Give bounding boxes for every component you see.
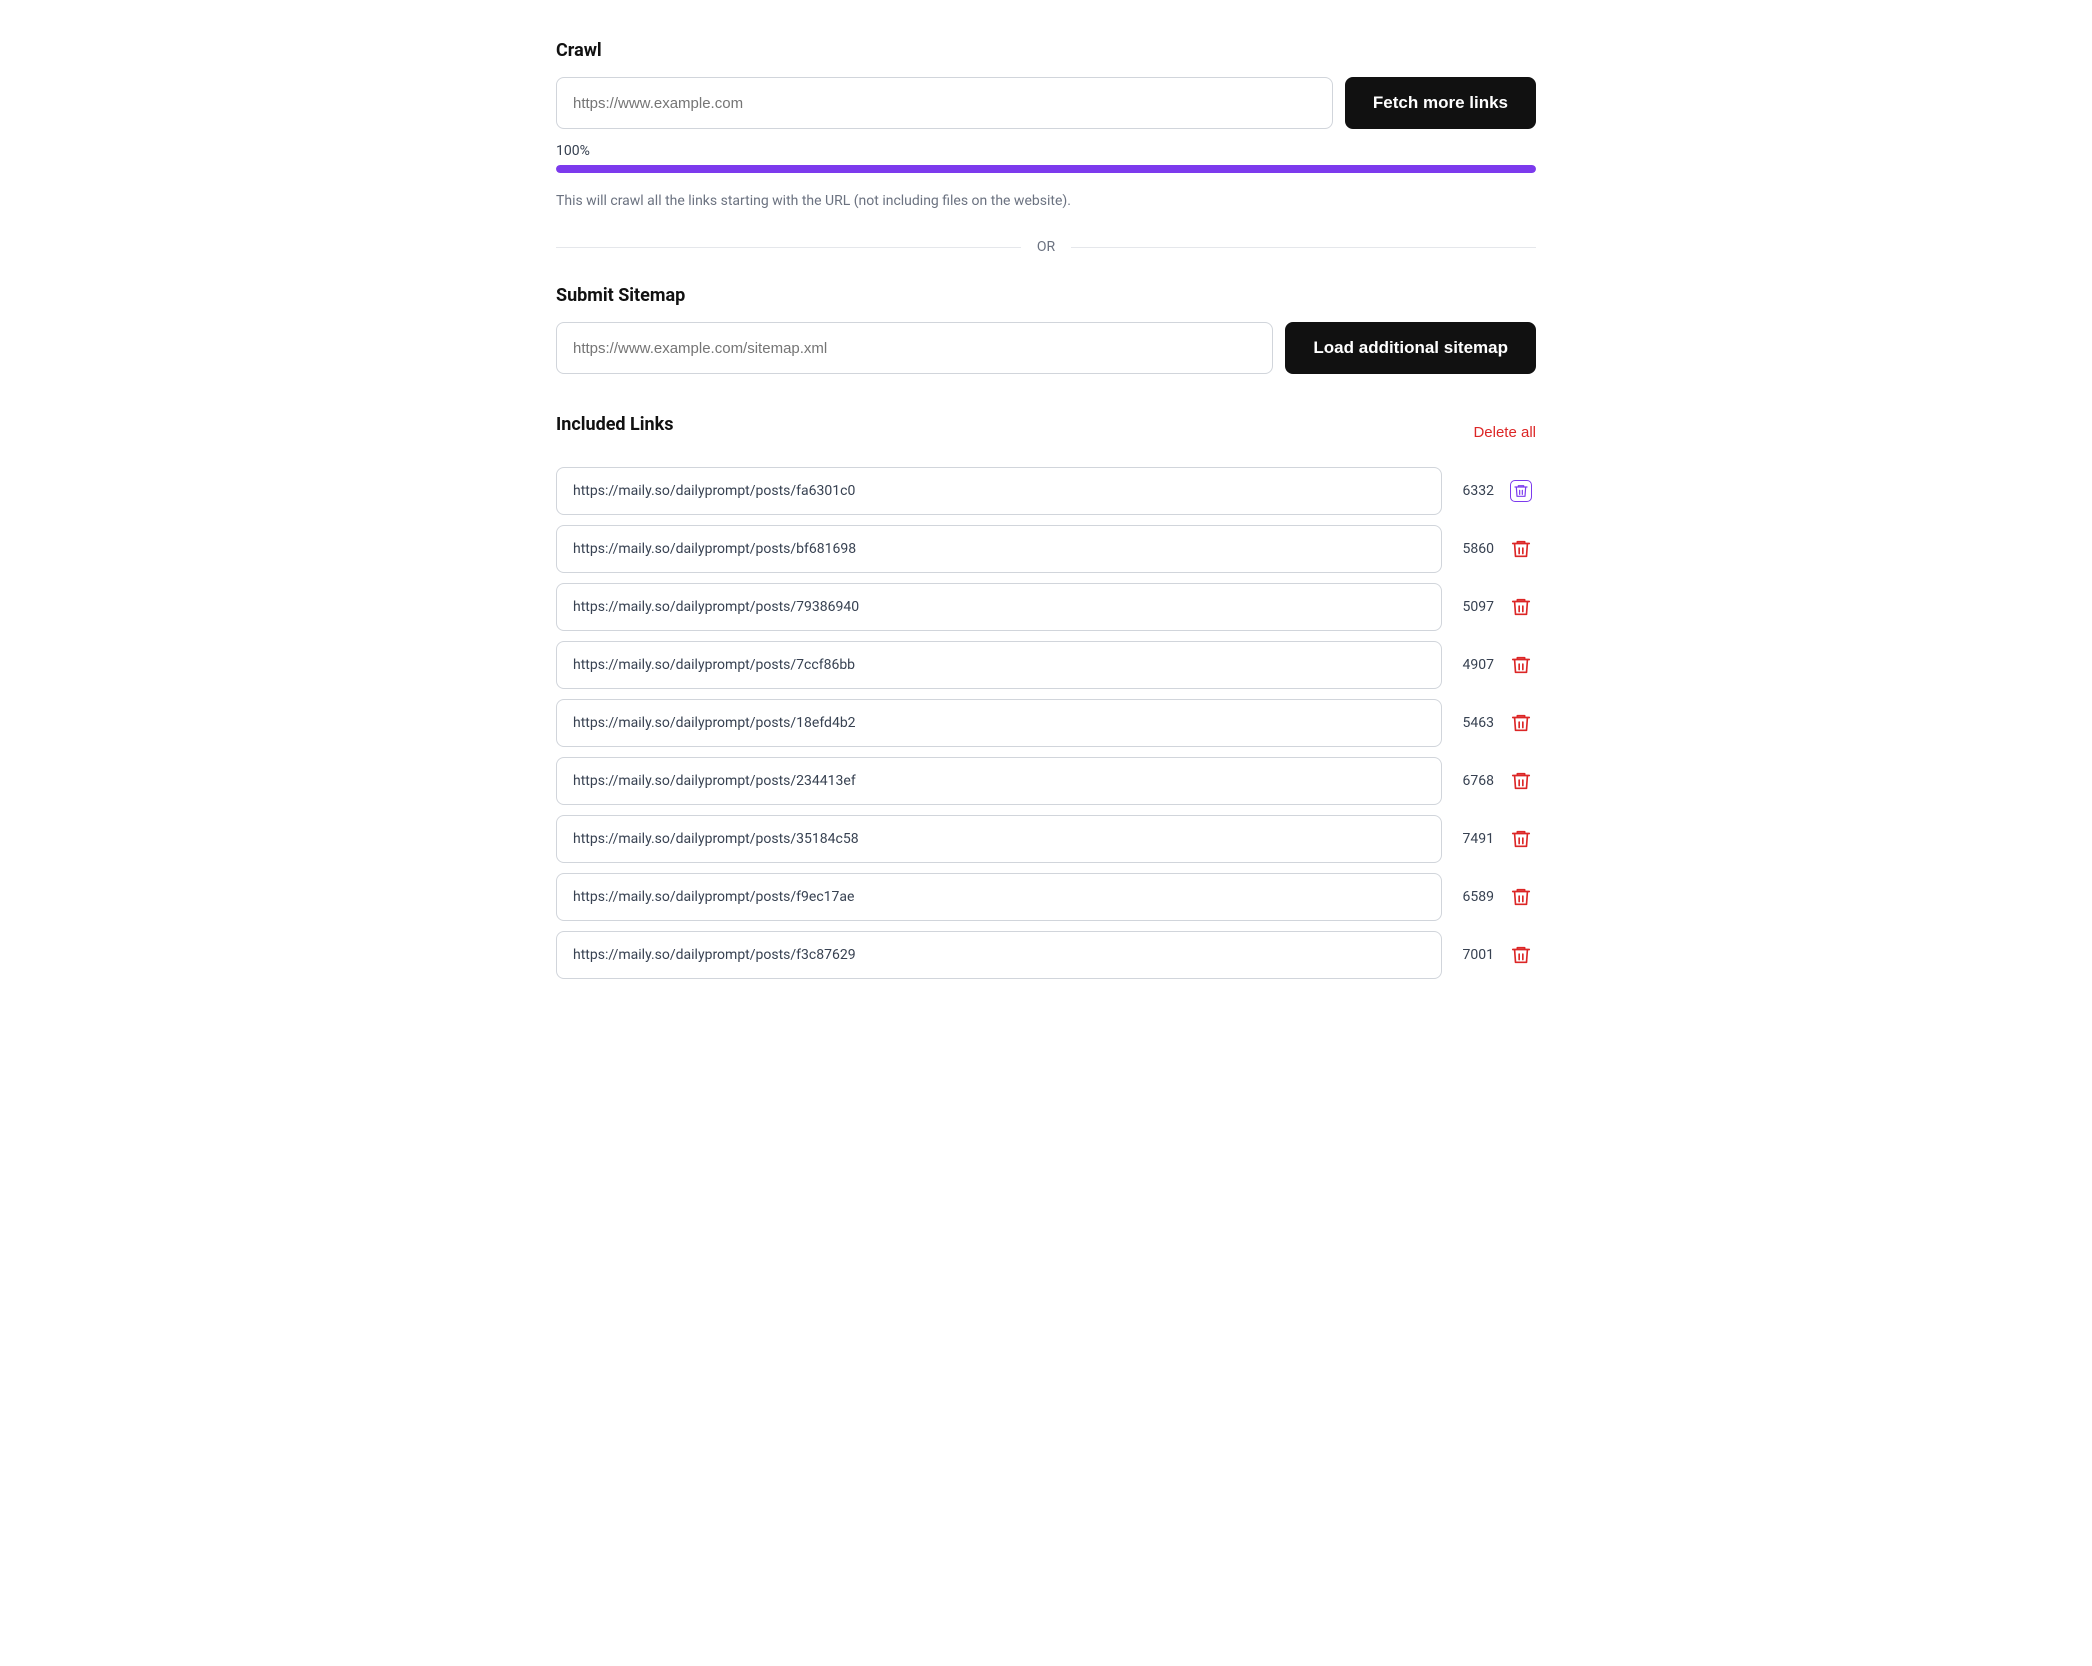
link-row: https://maily.so/dailyprompt/posts/fa630… bbox=[556, 467, 1536, 515]
delete-link-button[interactable] bbox=[1506, 534, 1536, 564]
progress-label: 100% bbox=[556, 143, 1536, 159]
link-count: 5860 bbox=[1454, 541, 1494, 557]
delete-link-button[interactable] bbox=[1506, 824, 1536, 854]
link-count: 6768 bbox=[1454, 773, 1494, 789]
link-url: https://maily.so/dailyprompt/posts/7ccf8… bbox=[556, 641, 1442, 689]
link-url: https://maily.so/dailyprompt/posts/35184… bbox=[556, 815, 1442, 863]
link-count: 5097 bbox=[1454, 599, 1494, 615]
link-row: https://maily.so/dailyprompt/posts/18efd… bbox=[556, 699, 1536, 747]
link-row: https://maily.so/dailyprompt/posts/7ccf8… bbox=[556, 641, 1536, 689]
link-url: https://maily.so/dailyprompt/posts/23441… bbox=[556, 757, 1442, 805]
included-links-section: Included Links Delete all https://maily.… bbox=[556, 414, 1536, 979]
link-url: https://maily.so/dailyprompt/posts/79386… bbox=[556, 583, 1442, 631]
link-row: https://maily.so/dailyprompt/posts/35184… bbox=[556, 815, 1536, 863]
link-count: 7491 bbox=[1454, 831, 1494, 847]
crawl-section: Crawl Fetch more links 100% This will cr… bbox=[556, 40, 1536, 209]
delete-link-button[interactable] bbox=[1506, 592, 1536, 622]
included-links-title: Included Links bbox=[556, 414, 674, 435]
link-url: https://maily.so/dailyprompt/posts/f3c87… bbox=[556, 931, 1442, 979]
delete-link-button[interactable] bbox=[1506, 766, 1536, 796]
progress-bar-fill bbox=[556, 165, 1536, 173]
progress-bar-container bbox=[556, 165, 1536, 173]
crawl-title: Crawl bbox=[556, 40, 1536, 61]
delete-link-button[interactable] bbox=[1506, 940, 1536, 970]
link-row: https://maily.so/dailyprompt/posts/f3c87… bbox=[556, 931, 1536, 979]
or-label: OR bbox=[1037, 239, 1055, 255]
link-url: https://maily.so/dailyprompt/posts/f9ec1… bbox=[556, 873, 1442, 921]
included-links-header: Included Links Delete all bbox=[556, 414, 1536, 451]
link-count: 6589 bbox=[1454, 889, 1494, 905]
crawl-input-row: Fetch more links bbox=[556, 77, 1536, 129]
link-count: 4907 bbox=[1454, 657, 1494, 673]
load-sitemap-button[interactable]: Load additional sitemap bbox=[1285, 322, 1536, 374]
progress-section: 100% bbox=[556, 143, 1536, 173]
sitemap-section: Submit Sitemap Load additional sitemap bbox=[556, 285, 1536, 374]
delete-all-button[interactable]: Delete all bbox=[1473, 424, 1536, 441]
sitemap-title: Submit Sitemap bbox=[556, 285, 1536, 306]
links-list: https://maily.so/dailyprompt/posts/fa630… bbox=[556, 467, 1536, 979]
link-count: 6332 bbox=[1454, 483, 1494, 499]
link-count: 5463 bbox=[1454, 715, 1494, 731]
delete-link-button[interactable] bbox=[1506, 476, 1536, 506]
delete-link-button[interactable] bbox=[1506, 882, 1536, 912]
or-divider: OR bbox=[556, 239, 1536, 255]
link-url: https://maily.so/dailyprompt/posts/bf681… bbox=[556, 525, 1442, 573]
crawl-url-input[interactable] bbox=[556, 77, 1333, 129]
link-row: https://maily.so/dailyprompt/posts/79386… bbox=[556, 583, 1536, 631]
delete-link-button[interactable] bbox=[1506, 650, 1536, 680]
link-row: https://maily.so/dailyprompt/posts/23441… bbox=[556, 757, 1536, 805]
crawl-description: This will crawl all the links starting w… bbox=[556, 193, 1536, 209]
link-count: 7001 bbox=[1454, 947, 1494, 963]
link-url: https://maily.so/dailyprompt/posts/fa630… bbox=[556, 467, 1442, 515]
link-url: https://maily.so/dailyprompt/posts/18efd… bbox=[556, 699, 1442, 747]
delete-link-button[interactable] bbox=[1506, 708, 1536, 738]
link-row: https://maily.so/dailyprompt/posts/bf681… bbox=[556, 525, 1536, 573]
sitemap-url-input[interactable] bbox=[556, 322, 1273, 374]
sitemap-input-row: Load additional sitemap bbox=[556, 322, 1536, 374]
link-row: https://maily.so/dailyprompt/posts/f9ec1… bbox=[556, 873, 1536, 921]
fetch-more-links-button[interactable]: Fetch more links bbox=[1345, 77, 1536, 129]
